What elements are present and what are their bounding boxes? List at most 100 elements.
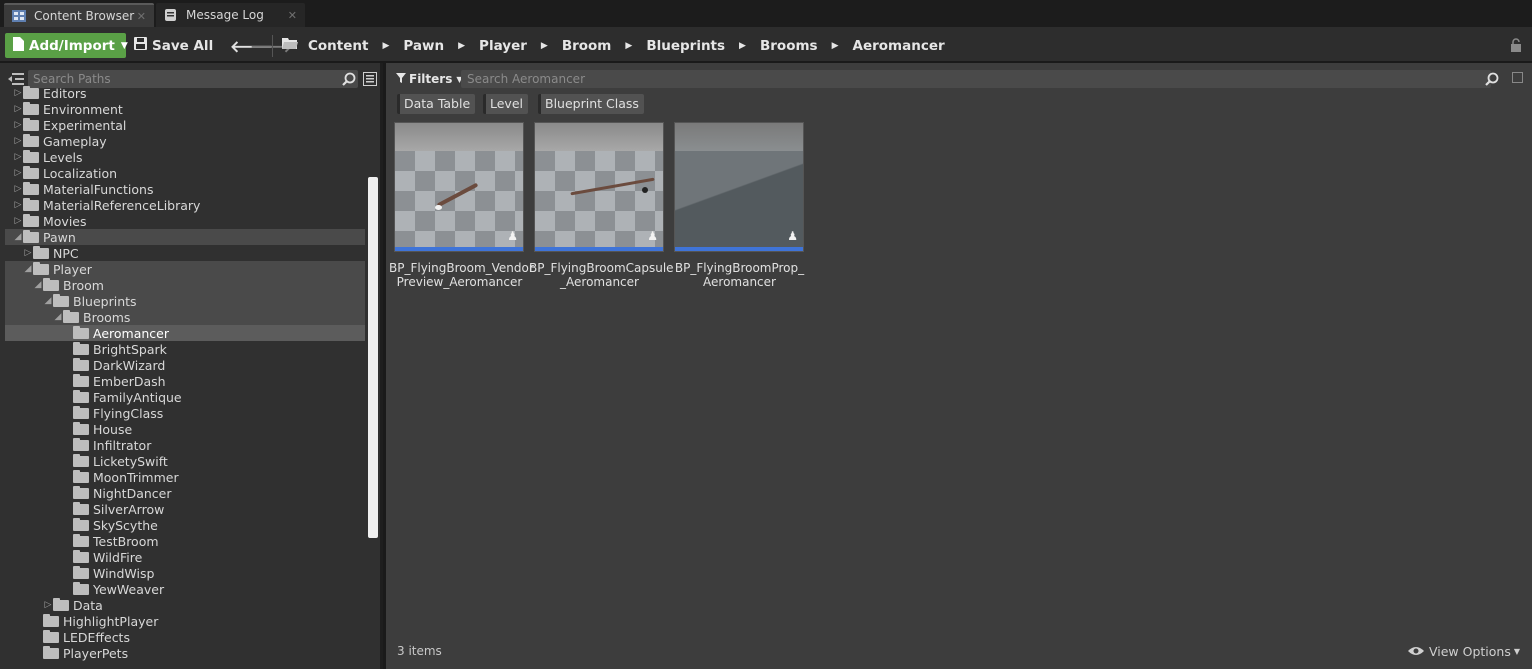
expanded-arrow-icon[interactable]: ◢ <box>23 264 33 274</box>
asset-tile[interactable]: ♟ BP_FlyingBroomProp_ Aeromancer <box>673 121 806 297</box>
tree-item[interactable]: LicketySwift <box>5 453 365 469</box>
expanded-arrow-icon[interactable]: ◢ <box>43 296 53 306</box>
tree-item[interactable]: YewWeaver <box>5 581 365 597</box>
tree-item-label: LicketySwift <box>93 453 168 469</box>
tree-item[interactable]: EmberDash <box>5 373 365 389</box>
filter-chip-level[interactable]: Level <box>483 94 528 114</box>
tree-item[interactable]: HighlightPlayer <box>5 613 365 629</box>
collapsed-arrow-icon[interactable]: ▷ <box>13 216 23 226</box>
breadcrumb-separator-icon[interactable]: ▶ <box>382 41 389 51</box>
tree-item-label: LEDEffects <box>63 629 130 645</box>
folder-icon <box>73 581 89 595</box>
tree-item[interactable]: ◢ Broom <box>5 277 365 293</box>
tree-item[interactable]: FamilyAntique <box>5 389 365 405</box>
collapsed-arrow-icon[interactable]: ▷ <box>13 168 23 178</box>
collapsed-arrow-icon[interactable]: ▷ <box>13 88 23 98</box>
tree-item[interactable]: ◢ Brooms <box>5 309 365 325</box>
collapsed-arrow-icon[interactable]: ▷ <box>23 248 33 258</box>
breadcrumb-item[interactable]: Content <box>308 38 368 54</box>
breadcrumb-separator-icon[interactable]: ▶ <box>739 41 746 51</box>
folder-open-icon[interactable] <box>282 37 298 54</box>
tree-item[interactable]: WindWisp <box>5 565 365 581</box>
breadcrumb-item[interactable]: Blueprints <box>646 38 725 54</box>
tree-item[interactable]: ▷ Data <box>5 597 365 613</box>
save-all-button[interactable]: Save All <box>134 33 213 58</box>
collapsed-arrow-icon[interactable]: ▷ <box>13 152 23 162</box>
tree-item[interactable]: ◢ Player <box>5 261 365 277</box>
tree-item[interactable]: LEDEffects <box>5 629 365 645</box>
tree-item[interactable]: FlyingClass <box>5 405 365 421</box>
tree-item[interactable]: ▷ Levels <box>5 149 365 165</box>
collapsed-arrow-icon[interactable]: ▷ <box>13 200 23 210</box>
breadcrumb-item[interactable]: Broom <box>562 38 612 54</box>
expanded-arrow-icon[interactable]: ◢ <box>33 280 43 290</box>
search-assets-input[interactable]: Search Aeromancer <box>461 70 1491 88</box>
tree-item-label: SkyScythe <box>93 517 158 533</box>
breadcrumb-separator-icon[interactable]: ▶ <box>458 41 465 51</box>
view-options-button[interactable]: View Options ▼ <box>1407 644 1520 659</box>
tree-item[interactable]: Aeromancer <box>5 325 365 341</box>
breadcrumb-item-current[interactable]: Aeromancer <box>853 38 945 54</box>
tree-item[interactable]: ▷ MaterialFunctions <box>5 181 365 197</box>
tree-item[interactable]: WildFire <box>5 549 365 565</box>
tab-content-browser[interactable]: Content Browser ✕ <box>4 3 154 27</box>
lock-icon[interactable] <box>1510 38 1522 52</box>
tree-item-label: Infiltrator <box>93 437 152 453</box>
filter-chip-blueprint-class[interactable]: Blueprint Class <box>538 94 644 114</box>
collapsed-arrow-icon[interactable]: ▷ <box>13 136 23 146</box>
content-browser-icon <box>12 10 26 22</box>
tree-item[interactable]: NightDancer <box>5 485 365 501</box>
asset-thumbnail: ♟ <box>534 122 664 252</box>
tree-item[interactable]: ▷ NPC <box>5 245 365 261</box>
tree-item[interactable]: ▷ MaterialReferenceLibrary <box>5 197 365 213</box>
tree-item[interactable]: ▷ Localization <box>5 165 365 181</box>
tab-message-log[interactable]: Message Log ✕ <box>156 3 305 27</box>
close-icon[interactable]: ✕ <box>288 9 297 22</box>
folder-icon <box>73 325 89 339</box>
asset-tile[interactable]: ♟ BP_FlyingBroomCapsule _Aeromancer <box>529 121 674 297</box>
breadcrumb-separator-icon[interactable]: ▶ <box>625 41 632 51</box>
tree-item[interactable]: ▷ Gameplay <box>5 133 365 149</box>
close-icon[interactable]: ✕ <box>137 10 146 23</box>
tree-item[interactable]: ▷ Movies <box>5 213 365 229</box>
filters-label: Filters <box>409 72 453 86</box>
tree-item[interactable]: SkyScythe <box>5 517 365 533</box>
expanded-arrow-icon[interactable]: ◢ <box>53 312 63 322</box>
folder-open-icon <box>23 229 39 243</box>
collapsed-arrow-icon[interactable]: ▷ <box>13 184 23 194</box>
collapsed-arrow-icon[interactable]: ▷ <box>13 120 23 130</box>
filters-button[interactable]: Filters ▼ <box>396 71 463 87</box>
tree-item[interactable]: ▷ Editors <box>5 85 365 101</box>
expanded-arrow-icon[interactable]: ◢ <box>13 232 23 242</box>
tree-item[interactable]: DarkWizard <box>5 357 365 373</box>
collapsed-arrow-icon[interactable]: ▷ <box>43 600 53 610</box>
folder-icon <box>73 517 89 531</box>
message-log-icon <box>164 9 178 21</box>
tree-item[interactable]: TestBroom <box>5 533 365 549</box>
scrollbar-thumb[interactable] <box>368 177 378 538</box>
tree-item[interactable]: BrightSpark <box>5 341 365 357</box>
asset-tile[interactable]: ♟ BP_FlyingBroom_Vendor Preview_Aeromanc… <box>389 121 534 297</box>
save-search-icon[interactable] <box>1512 72 1523 83</box>
folder-icon <box>73 405 89 419</box>
tree-item[interactable]: ▷ Experimental <box>5 117 365 133</box>
collapsed-arrow-icon[interactable]: ▷ <box>13 104 23 114</box>
tree-item[interactable]: SilverArrow <box>5 501 365 517</box>
breadcrumb-item[interactable]: Pawn <box>403 38 444 54</box>
tree-item-label: FlyingClass <box>93 405 164 421</box>
add-import-button[interactable]: Add/Import ▼ <box>5 33 128 58</box>
tree-item[interactable]: ◢ Pawn <box>5 229 365 245</box>
tree-item[interactable]: MoonTrimmer <box>5 469 365 485</box>
collections-icon[interactable] <box>363 72 377 86</box>
tree-item[interactable]: Infiltrator <box>5 437 365 453</box>
tree-item[interactable]: PlayerPets <box>5 645 365 661</box>
tree-item[interactable]: ◢ Blueprints <box>5 293 365 309</box>
breadcrumb-separator-icon[interactable]: ▶ <box>541 41 548 51</box>
search-icon[interactable] <box>1485 72 1499 89</box>
tree-item[interactable]: ▷ Environment <box>5 101 365 117</box>
breadcrumb-separator-icon[interactable]: ▶ <box>832 41 839 51</box>
tree-item[interactable]: House <box>5 421 365 437</box>
filter-chip-data-table[interactable]: Data Table <box>397 94 476 114</box>
breadcrumb-item[interactable]: Brooms <box>760 38 818 54</box>
breadcrumb-item[interactable]: Player <box>479 38 527 54</box>
